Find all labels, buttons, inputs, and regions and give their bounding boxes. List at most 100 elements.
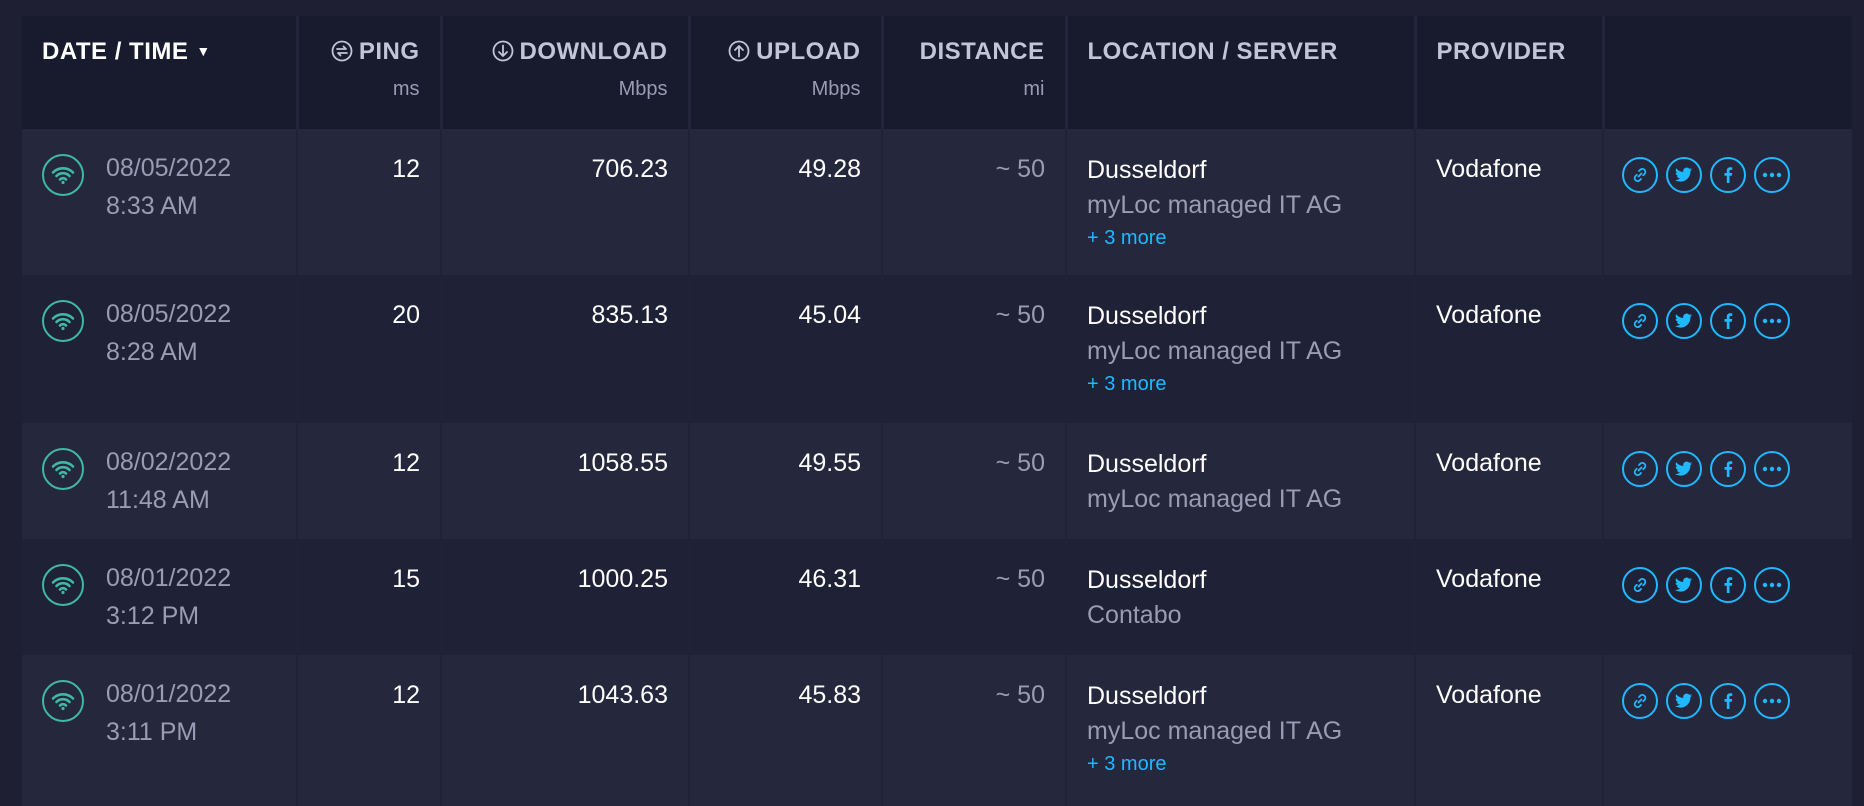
test-time: 3:12 PM [106, 602, 200, 630]
test-date: 08/01/2022 [106, 680, 232, 708]
twitter-icon[interactable] [1666, 157, 1702, 193]
twitter-icon[interactable] [1666, 451, 1702, 487]
facebook-icon[interactable] [1710, 567, 1746, 603]
location-cell: Dusseldorf Contabo [1066, 539, 1416, 655]
more-servers-link[interactable]: + 3 more [1087, 373, 1394, 396]
column-header-actions [1603, 16, 1852, 129]
location-city: Dusseldorf [1087, 566, 1207, 594]
upload-value: 45.04 [689, 275, 883, 423]
download-unit: Mbps [618, 78, 668, 100]
provider-value: Vodafone [1415, 423, 1604, 539]
table-row[interactable]: 08/01/2022 3:12 PM 15 1000.25 46.31 ~ 50 … [22, 539, 1852, 655]
test-time: 8:28 AM [106, 338, 198, 366]
link-icon[interactable] [1622, 683, 1658, 719]
test-time: 11:48 AM [106, 486, 210, 514]
more-icon[interactable] [1754, 683, 1790, 719]
facebook-icon[interactable] [1710, 683, 1746, 719]
provider-value: Vodafone [1415, 129, 1604, 275]
more-icon[interactable] [1754, 451, 1790, 487]
table-row[interactable]: 08/01/2022 3:11 PM 12 1043.63 45.83 ~ 50 … [22, 655, 1852, 806]
twitter-icon[interactable] [1666, 567, 1702, 603]
actions-cell [1603, 539, 1852, 655]
more-servers-link[interactable]: + 3 more [1087, 227, 1394, 250]
wifi-icon [42, 564, 84, 606]
location-cell: Dusseldorf myLoc managed IT AG + 3 more [1066, 129, 1416, 275]
results-table-container: DATE / TIME ▼ PING ms DOWNLOAD Mbps UPLOA… [22, 16, 1852, 806]
wifi-icon [42, 300, 84, 342]
column-header-provider[interactable]: PROVIDER [1415, 16, 1605, 129]
provider-value: Vodafone [1415, 539, 1604, 655]
location-label: LOCATION / SERVER [1087, 38, 1338, 65]
upload-label: UPLOAD [756, 38, 861, 65]
server-name: myLoc managed IT AG [1087, 717, 1343, 745]
link-icon[interactable] [1622, 157, 1658, 193]
upload-value: 45.83 [689, 655, 883, 806]
distance-value: ~ 50 [882, 423, 1067, 539]
column-header-ping[interactable]: PING ms [297, 16, 443, 129]
actions-cell [1603, 423, 1852, 539]
sort-down-icon: ▼ [196, 43, 211, 59]
more-servers-link[interactable]: + 3 more [1087, 753, 1394, 776]
more-icon[interactable] [1754, 157, 1790, 193]
download-value: 1000.25 [441, 539, 690, 655]
column-header-distance[interactable]: DISTANCE mi [882, 16, 1068, 129]
ping-value: 12 [297, 423, 442, 539]
twitter-icon[interactable] [1666, 683, 1702, 719]
ping-value: 15 [297, 539, 442, 655]
date-time-cell: 08/05/2022 8:33 AM [22, 129, 298, 275]
column-header-date-time[interactable]: DATE / TIME ▼ [22, 16, 299, 129]
link-icon[interactable] [1622, 303, 1658, 339]
test-time: 3:11 PM [106, 718, 198, 746]
distance-value: ~ 50 [882, 129, 1067, 275]
actions-cell [1603, 129, 1852, 275]
ping-label: PING [358, 38, 420, 65]
location-cell: Dusseldorf myLoc managed IT AG + 3 more [1066, 275, 1416, 423]
download-label: DOWNLOAD [519, 38, 668, 65]
distance-value: ~ 50 [882, 655, 1067, 806]
upload-unit: Mbps [811, 78, 861, 100]
column-header-location[interactable]: LOCATION / SERVER [1066, 16, 1417, 129]
test-date: 08/05/2022 [106, 154, 232, 182]
facebook-icon[interactable] [1710, 303, 1746, 339]
table-row[interactable]: 08/02/2022 11:48 AM 12 1058.55 49.55 ~ 50… [22, 423, 1852, 539]
distance-value: ~ 50 [882, 539, 1067, 655]
date-time-cell: 08/02/2022 11:48 AM [22, 423, 298, 539]
provider-label: PROVIDER [1436, 38, 1566, 65]
test-date: 08/01/2022 [106, 564, 232, 592]
ping-value: 12 [297, 655, 442, 806]
location-cell: Dusseldorf myLoc managed IT AG [1066, 423, 1416, 539]
ping-value: 12 [297, 129, 442, 275]
date-time-cell: 08/01/2022 3:11 PM [22, 655, 298, 806]
date-time-cell: 08/01/2022 3:12 PM [22, 539, 298, 655]
test-time: 8:33 AM [106, 192, 198, 220]
distance-value: ~ 50 [882, 275, 1067, 423]
table-body: 08/05/2022 8:33 AM 12 706.23 49.28 ~ 50 D… [22, 129, 1852, 806]
server-name: myLoc managed IT AG [1087, 337, 1343, 365]
download-value: 1043.63 [441, 655, 690, 806]
wifi-icon [42, 680, 84, 722]
facebook-icon[interactable] [1710, 157, 1746, 193]
date-time-cell: 08/05/2022 8:28 AM [22, 275, 298, 423]
actions-cell [1603, 275, 1852, 423]
location-city: Dusseldorf [1087, 682, 1207, 710]
table-header: DATE / TIME ▼ PING ms DOWNLOAD Mbps UPLOA… [22, 16, 1852, 129]
column-header-upload[interactable]: UPLOAD Mbps [689, 16, 884, 129]
ping-value: 20 [297, 275, 442, 423]
link-icon[interactable] [1622, 567, 1658, 603]
column-header-download[interactable]: DOWNLOAD Mbps [441, 16, 691, 129]
upload-icon [728, 40, 750, 62]
test-date: 08/02/2022 [106, 448, 232, 476]
link-icon[interactable] [1622, 451, 1658, 487]
twitter-icon[interactable] [1666, 303, 1702, 339]
results-table: DATE / TIME ▼ PING ms DOWNLOAD Mbps UPLOA… [22, 16, 1852, 806]
table-row[interactable]: 08/05/2022 8:28 AM 20 835.13 45.04 ~ 50 D… [22, 275, 1852, 423]
more-icon[interactable] [1754, 303, 1790, 339]
wifi-icon [42, 154, 84, 196]
date-time-label: DATE / TIME [42, 38, 189, 65]
facebook-icon[interactable] [1710, 451, 1746, 487]
ping-icon [331, 40, 353, 62]
download-value: 1058.55 [441, 423, 690, 539]
table-row[interactable]: 08/05/2022 8:33 AM 12 706.23 49.28 ~ 50 D… [22, 129, 1852, 275]
server-name: Contabo [1087, 601, 1182, 629]
more-icon[interactable] [1754, 567, 1790, 603]
